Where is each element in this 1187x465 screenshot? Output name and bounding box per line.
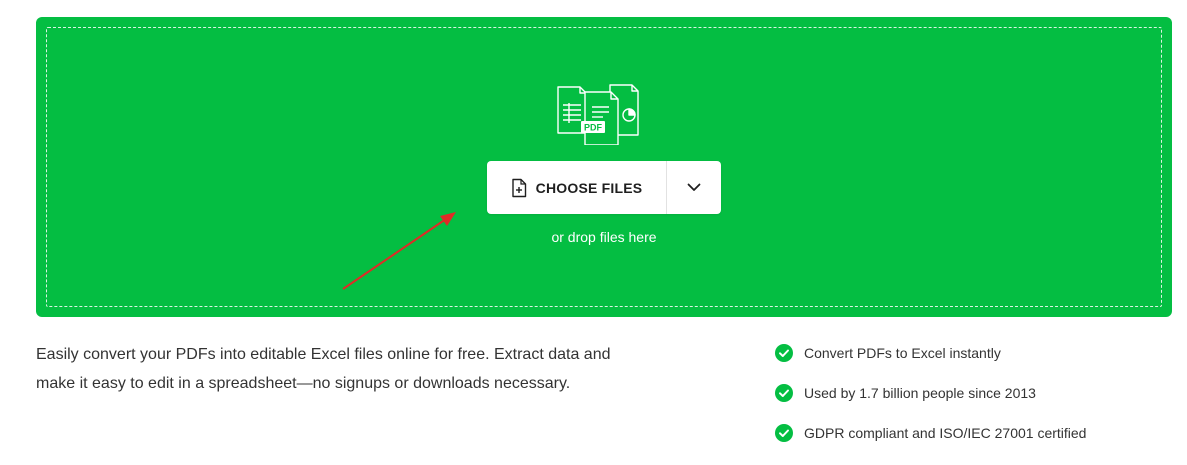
choose-files-button[interactable]: CHOOSE FILES xyxy=(487,161,667,214)
feature-label: Convert PDFs to Excel instantly xyxy=(804,345,1001,361)
feature-item: Convert PDFs to Excel instantly xyxy=(775,341,1086,365)
choose-files-label: CHOOSE FILES xyxy=(535,179,643,196)
chevron-down-icon xyxy=(687,183,701,191)
check-circle-icon xyxy=(775,424,793,442)
file-dropzone[interactable]: PDF CHOOSE FILES or drop files here xyxy=(36,17,1172,317)
check-circle-icon xyxy=(775,384,793,402)
svg-text:PDF: PDF xyxy=(584,123,603,133)
feature-item: GDPR compliant and ISO/IEC 27001 certifi… xyxy=(775,421,1086,445)
intro-description: Easily convert your PDFs into editable E… xyxy=(36,340,656,398)
feature-label: GDPR compliant and ISO/IEC 27001 certifi… xyxy=(804,425,1087,441)
choose-files-button-group: CHOOSE FILES xyxy=(487,161,721,214)
pdf-excel-documents-icon: PDF xyxy=(557,84,639,145)
file-plus-icon xyxy=(511,178,526,197)
feature-list: Convert PDFs to Excel instantly Used by … xyxy=(775,341,1086,461)
upload-source-dropdown[interactable] xyxy=(667,161,721,214)
feature-label: Used by 1.7 billion people since 2013 xyxy=(804,385,1036,401)
description-line-1: Easily convert your PDFs into editable E… xyxy=(36,346,611,363)
description-line-2: make it easy to edit in a spreadsheet—no… xyxy=(36,375,571,392)
feature-item: Used by 1.7 billion people since 2013 xyxy=(775,381,1086,405)
drop-files-hint: or drop files here xyxy=(551,229,657,245)
check-circle-icon xyxy=(775,344,793,362)
